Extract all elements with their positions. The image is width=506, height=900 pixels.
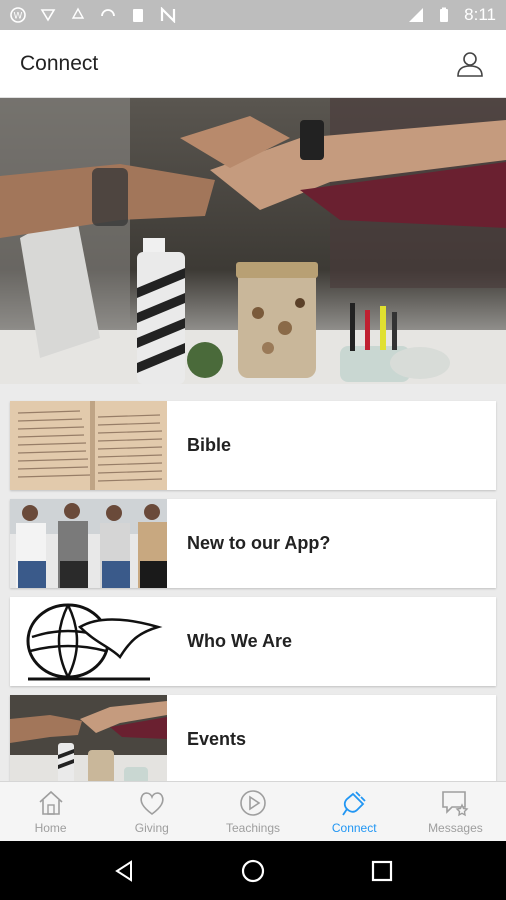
clipboard-icon (133, 9, 143, 22)
list-item-label: New to our App? (187, 533, 331, 553)
bible-thumbnail (10, 401, 167, 490)
recycle-icon (71, 7, 85, 19)
recents-button[interactable] (367, 856, 397, 886)
events-thumbnail (10, 695, 167, 781)
n-app-icon (160, 7, 176, 23)
screen: W 8:11 Connect Bible New to our App? Who… (0, 0, 506, 900)
list-item-who-we-are[interactable]: Who We Are (10, 597, 496, 686)
back-triangle-icon (115, 859, 133, 882)
nav-label: Connect (331, 821, 377, 835)
connect-list: Bible New to our App? Who We Are Events (0, 384, 506, 781)
nav-connect[interactable]: Connect (304, 782, 405, 841)
list-item-events[interactable]: Events (10, 695, 496, 781)
page-title: Connect (20, 51, 99, 75)
nav-label: Messages (428, 821, 483, 835)
nav-label: Giving (134, 821, 169, 835)
nav-messages[interactable]: Messages (405, 782, 506, 841)
back-button[interactable] (109, 856, 139, 886)
nav-home[interactable]: Home (0, 782, 101, 841)
hero-image (0, 98, 506, 384)
nav-label: Home (34, 821, 67, 835)
person-icon (457, 51, 483, 77)
nav-giving[interactable]: Giving (101, 782, 202, 841)
signal-icon (409, 8, 424, 22)
play-circle-icon (240, 790, 266, 816)
team-fist-bump-photo (10, 695, 167, 781)
battery-icon (440, 7, 449, 22)
recents-square-icon (371, 860, 392, 881)
list-item-label: Bible (187, 435, 232, 455)
system-nav-bar (0, 841, 506, 900)
new-to-app-thumbnail (10, 499, 167, 588)
message-star-icon (442, 791, 469, 817)
heart-icon (140, 792, 164, 815)
bottom-nav: Home Giving Teachings Connect Messages (0, 781, 506, 841)
status-system: 8:11 (408, 5, 496, 25)
globe-dove-logo (10, 597, 167, 686)
status-notifications: W (10, 7, 176, 23)
wordpress-icon: W (10, 7, 26, 23)
list-item-label: Events (187, 729, 247, 749)
list-item-label: Who We Are (187, 631, 293, 651)
svg-text:W: W (14, 12, 23, 22)
home-icon (39, 790, 63, 815)
people-with-phones-photo (10, 499, 167, 588)
plug-icon (342, 791, 366, 816)
nav-label: Teachings (225, 821, 281, 835)
list-item-bible[interactable]: Bible (10, 401, 496, 490)
status-bar: W 8:11 (0, 0, 506, 30)
status-time: 8:11 (464, 5, 496, 24)
app-bar: Connect (0, 30, 506, 98)
list-item-new-to-app[interactable]: New to our App? (10, 499, 496, 588)
home-button[interactable] (238, 856, 268, 886)
team-fist-bump-photo (0, 98, 506, 384)
sync-icon (101, 9, 115, 17)
download-icon (40, 9, 56, 22)
nav-teachings[interactable]: Teachings (202, 782, 303, 841)
home-circle-icon (241, 859, 265, 882)
profile-button[interactable] (454, 48, 486, 80)
who-we-are-thumbnail (10, 597, 167, 686)
open-bible-photo (10, 401, 167, 490)
